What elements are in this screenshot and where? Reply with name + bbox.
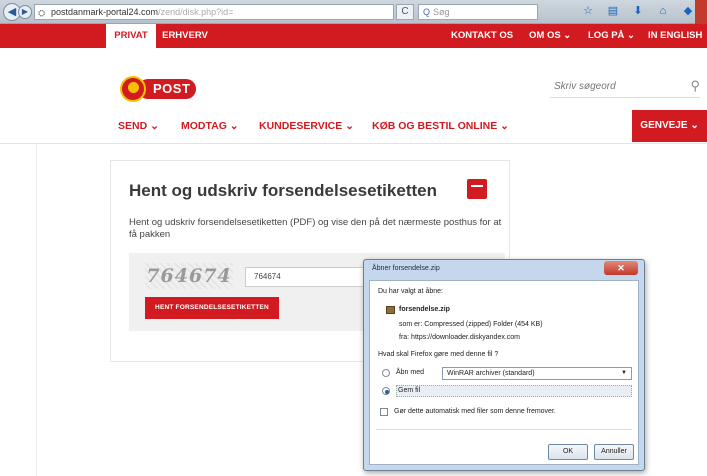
download-label-button[interactable]: HENT FORSENDELSESETIKETTEN (145, 297, 279, 319)
open-with-select[interactable]: WinRAR archiver (standard) ▼ (442, 367, 632, 380)
nav-modtag[interactable]: MODTAG ⌄ (181, 120, 239, 132)
download-dialog: Åbner forsendelse.zip ✕ Du har valgt at … (363, 259, 645, 471)
page-border (36, 144, 37, 476)
site-search-input[interactable] (550, 76, 680, 97)
save-option-highlight (396, 385, 632, 397)
logo-text: POST (138, 79, 196, 99)
search-engine-icon[interactable]: Q (423, 7, 430, 17)
search-icon[interactable]: ⚲ (690, 78, 700, 94)
page-title: Hent og udskriv forsendelsesetiketten (129, 181, 437, 200)
top-bar: PRIVAT ERHVERV KONTAKT OS OM OS ⌄ LOG PÅ… (0, 24, 707, 48)
forward-icon[interactable]: ▶ (18, 5, 32, 19)
cancel-button[interactable]: Annuller (594, 444, 634, 460)
top-link-kontakt[interactable]: KONTAKT OS (451, 24, 513, 48)
url-path: /zend/disk.php?id= (158, 7, 234, 17)
url-host: postdanmark-portal24.com (51, 7, 159, 17)
logo-emblem-icon (120, 76, 146, 102)
dialog-filename: forsendelse.zip (399, 306, 450, 313)
ok-button[interactable]: OK (548, 444, 588, 460)
dialog-file-source: fra: https://downloader.diskyandex.com (399, 334, 521, 341)
open-with-value: WinRAR archiver (standard) (447, 370, 535, 377)
open-with-radio[interactable] (382, 369, 390, 377)
main-nav: SEND ⌄ MODTAG ⌄ KUNDESERVICE ⌄ KØB OG BE… (0, 120, 707, 138)
bookmarks-icon[interactable]: ▤ (605, 3, 621, 19)
package-icon (467, 179, 487, 199)
dialog-file-type: som er: Compressed (zipped) Folder (454 … (399, 321, 543, 328)
reload-icon[interactable]: C (396, 4, 414, 20)
captcha-image: 764674 (145, 263, 233, 289)
window-close-button[interactable] (695, 0, 707, 24)
nav-kundeservice[interactable]: KUNDESERVICE ⌄ (259, 120, 354, 132)
dialog-title: Åbner forsendelse.zip (372, 265, 440, 272)
zip-file-icon (386, 306, 395, 314)
dialog-divider (376, 429, 632, 430)
top-link-in-english[interactable]: IN ENGLISH (648, 24, 702, 48)
tab-privat[interactable]: PRIVAT (106, 24, 156, 48)
addon-icon[interactable]: ◆ (680, 3, 696, 19)
captcha-input[interactable]: 764674 (245, 267, 375, 287)
save-file-radio[interactable] (382, 387, 390, 395)
browser-search-placeholder: Søg (433, 7, 450, 17)
dialog-question: Hvad skal Firefox gøre med denne fil ? (378, 351, 499, 358)
top-link-om-os[interactable]: OM OS ⌄ (529, 24, 571, 48)
screen: ◀ ▶ ⛭ postdanmark-portal24.com/zend/disk… (0, 0, 707, 476)
site-search: ⚲ (550, 76, 700, 98)
star-icon[interactable]: ☆ (580, 3, 596, 19)
home-icon[interactable]: ⌂ (655, 3, 671, 19)
browser-toolbar: ◀ ▶ ⛭ postdanmark-portal24.com/zend/disk… (0, 0, 707, 24)
address-bar[interactable]: ⛭ postdanmark-portal24.com/zend/disk.php… (34, 4, 394, 20)
download-icon[interactable]: ⬇ (630, 3, 646, 19)
top-link-log-paa[interactable]: LOG PÅ ⌄ (588, 24, 635, 48)
chevron-down-icon: ▼ (621, 370, 627, 376)
dialog-intro: Du har valgt at åbne: (378, 288, 443, 295)
site-identity-icon[interactable]: ⛭ (38, 6, 45, 19)
nav-divider (0, 143, 707, 144)
genveje-button[interactable]: GENVEJE ⌄ (632, 110, 707, 142)
auto-checkbox[interactable] (380, 408, 388, 416)
save-file-label[interactable]: Gem fil (398, 387, 420, 394)
open-with-label[interactable]: Åbn med (396, 369, 424, 376)
page-description: Hent og udskriv forsendelsesetiketten (P… (129, 217, 502, 240)
auto-label[interactable]: Gør dette automatisk med filer som denne… (394, 408, 556, 415)
browser-search-input[interactable]: Q Søg (418, 4, 538, 20)
nav-koeb-og-bestil[interactable]: KØB OG BESTIL ONLINE ⌄ (372, 120, 509, 132)
dialog-close-icon[interactable]: ✕ (604, 261, 638, 275)
dialog-body: Du har valgt at åbne: forsendelse.zip so… (369, 280, 639, 465)
tab-erhverv[interactable]: ERHVERV (158, 24, 212, 48)
nav-send[interactable]: SEND ⌄ (118, 120, 159, 132)
